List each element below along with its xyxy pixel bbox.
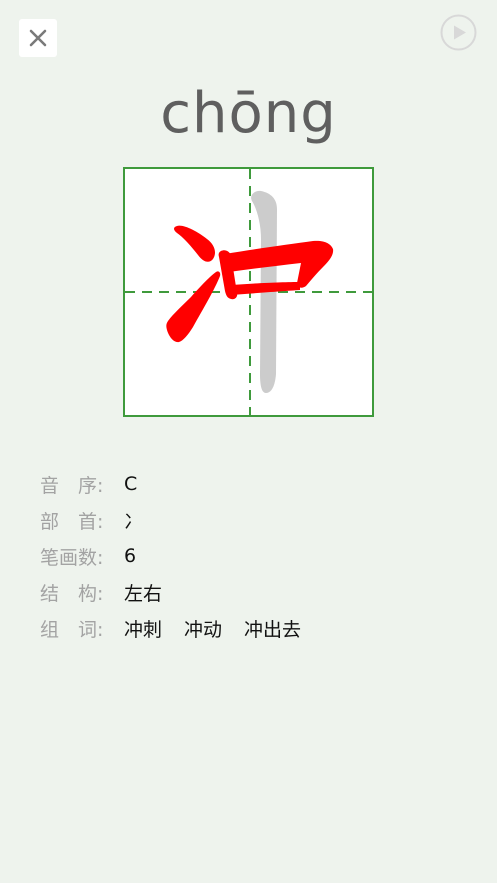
info-row-sequence: 音 序: C (40, 466, 301, 502)
word-item[interactable]: 冲出去 (244, 615, 301, 642)
stroke-count-value: 6 (124, 545, 137, 567)
info-row-stroke-count: 笔画数: 6 (40, 538, 301, 574)
structure-value: 左右 (124, 582, 163, 605)
info-row-words: 组 词: 冲刺 冲动 冲出去 (40, 610, 301, 646)
stroke-mouth-top-right (225, 240, 334, 288)
radical-label: 部 首: (40, 510, 104, 533)
close-icon (29, 29, 47, 47)
stroke-count-label: 笔画数: (40, 546, 104, 569)
character-writing-grid (123, 167, 374, 417)
play-audio-button[interactable] (440, 14, 477, 51)
character-info: 音 序: C 部 首: 冫 笔画数: 6 结 构: 左右 组 词: 冲刺 冲动 … (40, 466, 301, 646)
play-icon (440, 14, 477, 51)
words-label: 组 词: (40, 618, 104, 641)
stroke-dot-1 (174, 225, 215, 262)
words-list: 冲刺 冲动 冲出去 (124, 615, 301, 642)
radical-value: 冫 (124, 510, 144, 533)
character-strokes (125, 169, 372, 415)
word-item[interactable]: 冲动 (184, 615, 222, 642)
stroke-rising (166, 271, 221, 343)
info-row-radical: 部 首: 冫 (40, 502, 301, 538)
info-row-structure: 结 构: 左右 (40, 574, 301, 610)
pinyin-title: chōng (160, 81, 337, 146)
close-button[interactable] (19, 19, 57, 57)
structure-label: 结 构: (40, 582, 104, 605)
sequence-value: C (124, 473, 138, 495)
sequence-label: 音 序: (40, 474, 104, 497)
word-item[interactable]: 冲刺 (124, 615, 162, 642)
